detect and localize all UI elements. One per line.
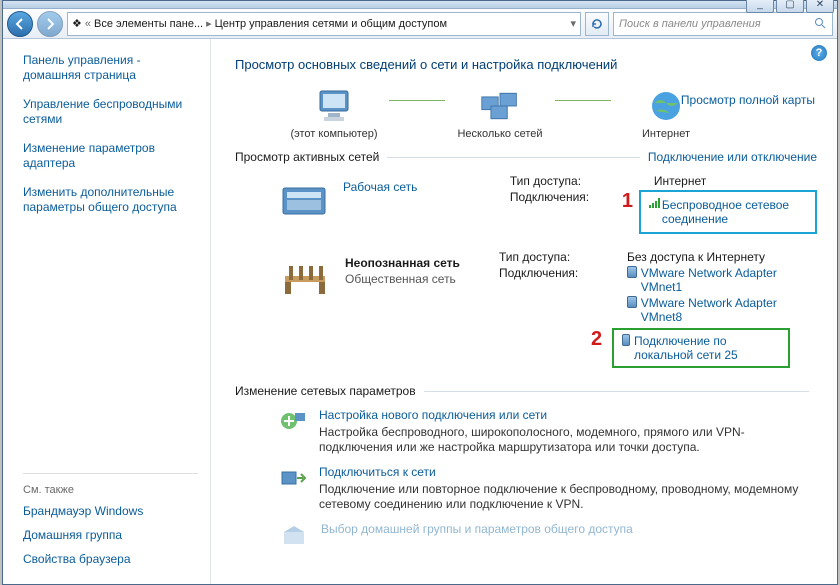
search-input[interactable]: Поиск в панели управления — [613, 12, 833, 36]
control-panel-home-link[interactable]: Панель управления - домашняя страница — [23, 53, 198, 83]
access-label: Тип доступа: — [499, 250, 609, 264]
public-network-icon — [279, 254, 331, 298]
maximize-button[interactable]: ▢ — [776, 0, 804, 13]
task-connect: Подключиться к сети Подключение или повт… — [279, 465, 817, 512]
work-network-icon — [279, 178, 329, 222]
main-content: ? Просмотр основных сведений о сети и на… — [211, 39, 837, 584]
lan25-link[interactable]: Подключение по локальной сети 25 — [622, 334, 780, 362]
connect-disconnect-link[interactable]: Подключение или отключение — [648, 150, 817, 164]
task-desc: Настройка беспроводного, широкополосного… — [319, 425, 817, 455]
node-internet: Интернет — [611, 128, 721, 140]
connections-label: Подключения: — [510, 190, 620, 204]
sidebar-also-browser[interactable]: Свойства браузера — [23, 552, 198, 566]
task-new-connection: Настройка нового подключения или сети На… — [279, 408, 817, 455]
refresh-button[interactable] — [585, 12, 609, 36]
network-unidentified: Неопознанная сеть Общественная сеть Тип … — [235, 250, 817, 370]
task-homegroup-link[interactable]: Выбор домашней группы и параметров общег… — [321, 522, 633, 536]
connector-line — [555, 100, 611, 101]
section-active-networks: Просмотр активных сетей — [235, 150, 379, 164]
connection-text: Беспроводное сетевое соединение — [662, 198, 807, 226]
task-connect-link[interactable]: Подключиться к сети — [319, 465, 817, 479]
task-new-connection-link[interactable]: Настройка нового подключения или сети — [319, 408, 817, 422]
chevron-right-icon: ▸ — [206, 17, 212, 30]
titlebar: _ ▢ ✕ — [3, 1, 837, 9]
sidebar-link-sharing[interactable]: Изменить дополнительные параметры общего… — [23, 185, 198, 215]
highlighted-connection-2: Подключение по локальной сети 25 — [612, 328, 790, 368]
minimize-button[interactable]: _ — [746, 0, 774, 13]
network-name-link[interactable]: Рабочая сеть — [343, 180, 510, 194]
signal-icon — [649, 198, 658, 208]
network-type: Общественная сеть — [345, 272, 499, 286]
adapter-icon — [622, 334, 630, 346]
divider — [424, 391, 809, 392]
view-full-map-link[interactable]: Просмотр полной карты — [681, 93, 815, 107]
page-title: Просмотр основных сведений о сети и наст… — [235, 57, 817, 72]
nav-back-button[interactable] — [7, 11, 33, 37]
connection-text: Подключение по локальной сети 25 — [634, 334, 780, 362]
wireless-connection-link[interactable]: Беспроводное сетевое соединение — [649, 198, 807, 226]
sidebar-link-wireless[interactable]: Управление беспроводными сетями — [23, 97, 198, 127]
homegroup-icon — [279, 522, 309, 550]
sidebar: Панель управления - домашняя страница Уп… — [3, 39, 211, 584]
access-value: Без доступа к Интернету — [627, 250, 817, 264]
arrow-left-icon — [13, 17, 27, 31]
nav-forward-button[interactable] — [37, 11, 63, 37]
search-placeholder: Поиск в панели управления — [619, 18, 761, 30]
annotation-1: 1 — [622, 190, 633, 213]
annotation-2: 2 — [591, 328, 602, 351]
sidebar-link-adapter[interactable]: Изменение параметров адаптера — [23, 141, 198, 171]
network-work: Рабочая сеть Тип доступа: Интернет Подкл… — [235, 174, 817, 236]
connect-icon — [279, 465, 307, 493]
refresh-icon — [590, 17, 604, 31]
help-icon[interactable]: ? — [811, 45, 827, 61]
search-icon — [814, 17, 827, 30]
divider — [387, 157, 640, 158]
node-multiple-networks: Несколько сетей — [445, 128, 555, 140]
new-connection-icon — [279, 408, 307, 436]
close-button[interactable]: ✕ — [806, 0, 834, 13]
chevron-icon: « — [85, 18, 91, 30]
connection-text: VMware Network Adapter VMnet8 — [641, 296, 817, 324]
access-label: Тип доступа: — [510, 174, 620, 188]
breadcrumb-segment[interactable]: Центр управления сетями и общим доступом — [215, 18, 447, 30]
breadcrumb[interactable]: ❖ « Все элементы пане... ▸ Центр управле… — [67, 12, 581, 36]
connections-label: Подключения: — [499, 266, 609, 280]
connection-text: VMware Network Adapter VMnet1 — [641, 266, 817, 294]
sidebar-also-homegroup[interactable]: Домашняя группа — [23, 528, 198, 542]
node-this-pc: (этот компьютер) — [279, 128, 389, 140]
see-also-heading: См. также — [23, 484, 198, 496]
computer-icon — [314, 88, 354, 124]
task-homegroup: Выбор домашней группы и параметров общег… — [279, 522, 817, 550]
control-panel-window: _ ▢ ✕ ❖ « Все элементы пане... ▸ Центр у… — [2, 0, 838, 585]
highlighted-connection-1: Беспроводное сетевое соединение — [639, 190, 817, 234]
network-name: Неопознанная сеть — [345, 256, 499, 270]
vmnet8-link[interactable]: VMware Network Adapter VMnet8 — [627, 296, 817, 324]
dropdown-chevron-icon[interactable]: ▾ — [570, 17, 576, 30]
sidebar-also-firewall[interactable]: Брандмауэр Windows — [23, 504, 198, 518]
section-change-settings: Изменение сетевых параметров — [235, 384, 416, 398]
address-bar: ❖ « Все элементы пане... ▸ Центр управле… — [3, 9, 837, 39]
connector-line — [389, 100, 445, 101]
access-value: Интернет — [654, 174, 817, 188]
task-desc: Подключение или повторное подключение к … — [319, 482, 817, 512]
vmnet1-link[interactable]: VMware Network Adapter VMnet1 — [627, 266, 817, 294]
adapter-icon — [627, 296, 637, 308]
breadcrumb-icon: ❖ — [72, 17, 82, 30]
arrow-right-icon — [43, 17, 57, 31]
networks-icon — [480, 88, 520, 124]
breadcrumb-segment[interactable]: Все элементы пане... — [94, 18, 203, 30]
adapter-icon — [627, 266, 637, 278]
